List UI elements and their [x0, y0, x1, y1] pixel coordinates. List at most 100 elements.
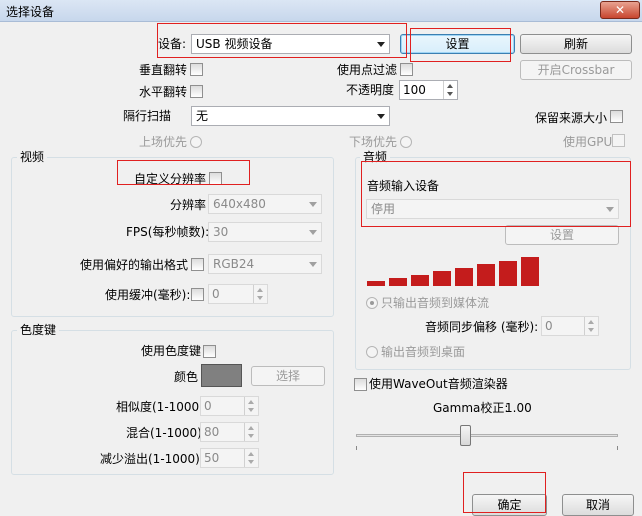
- gamma-slider[interactable]: [356, 420, 618, 452]
- use-chroma-key-label: 使用色度键: [141, 344, 202, 358]
- buffer-checkbox[interactable]: [191, 288, 204, 301]
- preferred-format-select[interactable]: RGB24: [208, 254, 322, 274]
- resolution-label: 分辨率: [170, 198, 207, 212]
- use-gpu-label: 使用GPU: [563, 135, 613, 149]
- gamma-value: 1.00: [505, 401, 532, 415]
- level-bar: [367, 281, 385, 286]
- level-bar: [389, 278, 407, 286]
- blend-spinner[interactable]: 80: [200, 422, 259, 442]
- chevron-down-icon: [309, 230, 317, 235]
- output-to-desktop-label: 输出音频到桌面: [381, 345, 466, 359]
- output-stream-only-label: 只输出音频到媒体流: [381, 296, 490, 310]
- slider-tick: [617, 446, 618, 450]
- point-filter-label: 使用点过滤: [337, 63, 398, 77]
- level-bar: [411, 275, 429, 286]
- keep-source-size-label: 保留来源大小: [535, 111, 608, 125]
- lower-field-first-label: 下场优先: [349, 135, 398, 149]
- audio-input-device-value: 停用: [371, 202, 396, 216]
- level-bar: [433, 271, 451, 286]
- output-to-desktop-radio[interactable]: [366, 346, 378, 358]
- spinner-arrows-icon[interactable]: [244, 449, 258, 467]
- deinterlace-select[interactable]: 无: [191, 106, 390, 126]
- flip-vertical-checkbox[interactable]: [190, 63, 203, 76]
- device-settings-button[interactable]: 设置: [400, 34, 515, 54]
- close-button[interactable]: ✕: [600, 1, 640, 19]
- opacity-label: 不透明度: [346, 83, 395, 97]
- key-color-label: 颜色: [174, 370, 199, 384]
- spinner-arrows-icon[interactable]: [244, 397, 258, 415]
- audio-level-meter: [367, 252, 547, 286]
- sync-offset-spinner[interactable]: 0: [541, 316, 599, 336]
- video-group-title: 视频: [17, 150, 48, 164]
- sync-offset-label: 音频同步偏移 (毫秒):: [425, 320, 539, 334]
- buffer-label: 使用缓冲(毫秒):: [105, 288, 191, 302]
- close-icon: ✕: [614, 3, 626, 17]
- blend-label: 混合(1-1000):: [126, 426, 206, 440]
- resolution-select[interactable]: 640x480: [208, 194, 322, 214]
- use-chroma-key-checkbox[interactable]: [203, 345, 216, 358]
- slider-tick: [356, 446, 357, 450]
- use-gpu-checkbox[interactable]: [612, 134, 625, 147]
- spinner-arrows-icon[interactable]: [244, 423, 258, 441]
- level-bar: [499, 261, 517, 286]
- gamma-slider-track: [356, 434, 618, 437]
- refresh-button[interactable]: 刷新: [520, 34, 632, 54]
- output-stream-only-radio[interactable]: [366, 297, 378, 309]
- keep-source-size-checkbox[interactable]: [610, 110, 623, 123]
- lower-field-first-radio[interactable]: [400, 136, 412, 148]
- audio-settings-button[interactable]: 设置: [505, 225, 619, 245]
- device-select-value: USB 视频设备: [196, 37, 273, 51]
- preferred-format-checkbox[interactable]: [191, 258, 204, 271]
- chevron-down-icon: [309, 202, 317, 207]
- similarity-spinner[interactable]: 0: [200, 396, 259, 416]
- audio-input-device-select[interactable]: 停用: [366, 199, 619, 219]
- chroma-key-group-title: 色度键: [17, 323, 60, 337]
- spill-reduction-value: 50: [204, 451, 220, 465]
- fps-label: FPS(每秒帧数):: [126, 225, 210, 239]
- deinterlace-select-value: 无: [196, 109, 209, 123]
- spill-reduction-spinner[interactable]: 50: [200, 448, 259, 468]
- select-device-dialog: 选择设备 ✕ 设备: USB 视频设备 设置 刷新 开启Crossbar 垂直翻…: [0, 0, 642, 516]
- title-bar: 选择设备 ✕: [0, 0, 642, 22]
- device-select[interactable]: USB 视频设备: [191, 34, 390, 54]
- buffer-spinner[interactable]: 0: [208, 284, 268, 304]
- opacity-spinner[interactable]: 100: [399, 80, 458, 100]
- custom-resolution-checkbox[interactable]: [209, 172, 222, 185]
- level-bar: [455, 268, 473, 286]
- flip-vertical-label: 垂直翻转: [139, 63, 188, 77]
- sync-offset-value: 0: [545, 319, 553, 333]
- gamma-slider-thumb[interactable]: [460, 425, 471, 446]
- upper-field-first-label: 上场优先: [139, 135, 188, 149]
- device-label: 设备:: [158, 37, 187, 51]
- upper-field-first-radio[interactable]: [190, 136, 202, 148]
- chevron-down-icon: [377, 114, 385, 119]
- opacity-value: 100: [403, 83, 426, 97]
- audio-input-device-label: 音频输入设备: [367, 179, 440, 193]
- similarity-label: 相似度(1-1000):: [116, 400, 208, 414]
- audio-group-title: 音频: [360, 150, 391, 164]
- fps-value: 30: [213, 225, 229, 239]
- spinner-arrows-icon[interactable]: [443, 81, 457, 99]
- chevron-down-icon: [377, 42, 385, 47]
- preferred-format-value: RGB24: [213, 257, 255, 271]
- chevron-down-icon: [309, 262, 317, 267]
- enable-crossbar-button[interactable]: 开启Crossbar: [520, 60, 632, 80]
- level-bar: [521, 257, 539, 286]
- gamma-label: Gamma校正:: [433, 401, 509, 415]
- key-color-swatch[interactable]: [201, 364, 242, 387]
- deinterlace-label: 隔行扫描: [123, 109, 172, 123]
- resolution-value: 640x480: [213, 197, 266, 211]
- select-color-button[interactable]: 选择: [251, 366, 325, 386]
- use-waveout-checkbox[interactable]: [354, 378, 367, 391]
- point-filter-checkbox[interactable]: [400, 63, 413, 76]
- spinner-arrows-icon[interactable]: [253, 285, 267, 303]
- flip-horizontal-label: 水平翻转: [139, 85, 188, 99]
- spill-reduction-label: 减少溢出(1-1000):: [100, 452, 204, 466]
- chevron-down-icon: [606, 207, 614, 212]
- fps-select[interactable]: 30: [208, 222, 322, 242]
- spinner-arrows-icon[interactable]: [584, 317, 598, 335]
- level-bar: [477, 264, 495, 286]
- flip-horizontal-checkbox[interactable]: [190, 85, 203, 98]
- similarity-value: 0: [204, 399, 212, 413]
- custom-resolution-label: 自定义分辨率: [134, 172, 207, 186]
